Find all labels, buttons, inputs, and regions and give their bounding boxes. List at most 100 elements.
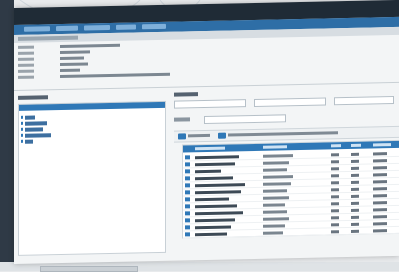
table-cell [331, 195, 339, 199]
table-cell [263, 154, 293, 158]
table-cell [351, 180, 359, 184]
desktop-background [0, 0, 14, 271]
row-type-icon [185, 190, 190, 195]
tree-item[interactable] [25, 115, 35, 120]
nav-item-3[interactable] [84, 24, 110, 31]
left-panel-title [18, 95, 48, 100]
table-cell [195, 211, 243, 216]
tree-item[interactable] [25, 139, 33, 144]
table-cell [373, 159, 387, 163]
table-cell [373, 215, 387, 219]
table-cell [195, 225, 231, 230]
row-type-icon [185, 204, 190, 209]
search-row [174, 96, 399, 109]
table-cell [331, 181, 339, 185]
filter-row [174, 112, 399, 125]
table-cell [331, 153, 339, 157]
info-key [18, 75, 34, 79]
filter-input[interactable] [204, 114, 286, 125]
column-header[interactable] [331, 144, 341, 148]
table-cell [195, 197, 229, 202]
table-cell [331, 188, 339, 192]
info-value [60, 43, 120, 49]
info-value [60, 50, 90, 55]
nav-item-2[interactable] [56, 25, 78, 32]
tree-item[interactable] [25, 127, 43, 132]
table-cell [195, 204, 237, 209]
table-cell [373, 180, 387, 184]
table-cell [263, 175, 293, 179]
table-cell [351, 187, 359, 191]
row-type-icon [185, 183, 190, 188]
info-value [60, 68, 80, 73]
table-cell [331, 209, 339, 213]
row-type-icon [185, 197, 190, 202]
table-cell [351, 215, 359, 219]
filter-label [174, 117, 190, 122]
table-cell [195, 155, 239, 160]
table-cell [331, 160, 339, 164]
table-cell [373, 173, 387, 177]
info-value [60, 72, 170, 79]
table-cell [195, 218, 235, 223]
row-type-icon [185, 176, 190, 181]
table-cell [351, 159, 359, 163]
table-cell [351, 152, 359, 156]
table-cell [195, 183, 245, 188]
table-cell [373, 152, 387, 156]
nav-item-5[interactable] [142, 23, 166, 30]
table-cell [263, 182, 291, 186]
info-key [18, 51, 34, 55]
table-cell [373, 208, 387, 212]
status-bar [40, 266, 138, 272]
breadcrumb[interactable] [18, 35, 78, 41]
toolbar-icon-1[interactable] [178, 133, 186, 140]
row-type-icon [185, 232, 190, 237]
table-cell [263, 203, 285, 207]
table-cell [373, 194, 387, 198]
table-cell [195, 176, 233, 181]
column-header[interactable] [195, 146, 225, 151]
table-cell [373, 166, 387, 170]
column-header[interactable] [263, 145, 287, 149]
toolbar-button-2[interactable] [228, 131, 338, 137]
table-cell [351, 208, 359, 212]
table-cell [195, 232, 227, 237]
table-cell [351, 222, 359, 226]
nav-item-4[interactable] [116, 24, 136, 30]
tree-item[interactable] [25, 133, 51, 138]
tree-item[interactable] [25, 121, 47, 126]
table-cell [351, 194, 359, 198]
table-cell [195, 190, 241, 195]
table-cell [263, 189, 287, 193]
table-cell [331, 202, 339, 206]
search-field-2[interactable] [254, 97, 326, 107]
table-cell [263, 161, 289, 165]
table-cell [263, 231, 283, 235]
nav-item-1[interactable] [24, 26, 50, 32]
column-header[interactable] [351, 143, 361, 147]
search-field-3[interactable] [334, 96, 394, 106]
tree-node-icon [21, 127, 23, 131]
row-type-icon [185, 211, 190, 216]
table-cell [351, 166, 359, 170]
detail-info-section [14, 38, 399, 86]
table-cell [263, 224, 285, 228]
data-grid [182, 139, 399, 239]
tree-selected-row[interactable] [19, 101, 165, 111]
row-type-icon [185, 162, 190, 167]
tree-node-icon [21, 115, 23, 119]
application-window [14, 0, 399, 265]
tree-node-icon [21, 133, 23, 137]
table-cell [263, 196, 289, 200]
info-key [18, 63, 34, 67]
info-value [60, 56, 84, 61]
info-key [18, 69, 34, 73]
toolbar-button-1[interactable] [188, 133, 210, 138]
table-cell [331, 216, 339, 220]
table-cell [331, 167, 339, 171]
table-cell [331, 174, 339, 178]
search-field-1[interactable] [174, 99, 246, 109]
toolbar-icon-2[interactable] [218, 132, 226, 139]
column-header[interactable] [373, 143, 391, 147]
